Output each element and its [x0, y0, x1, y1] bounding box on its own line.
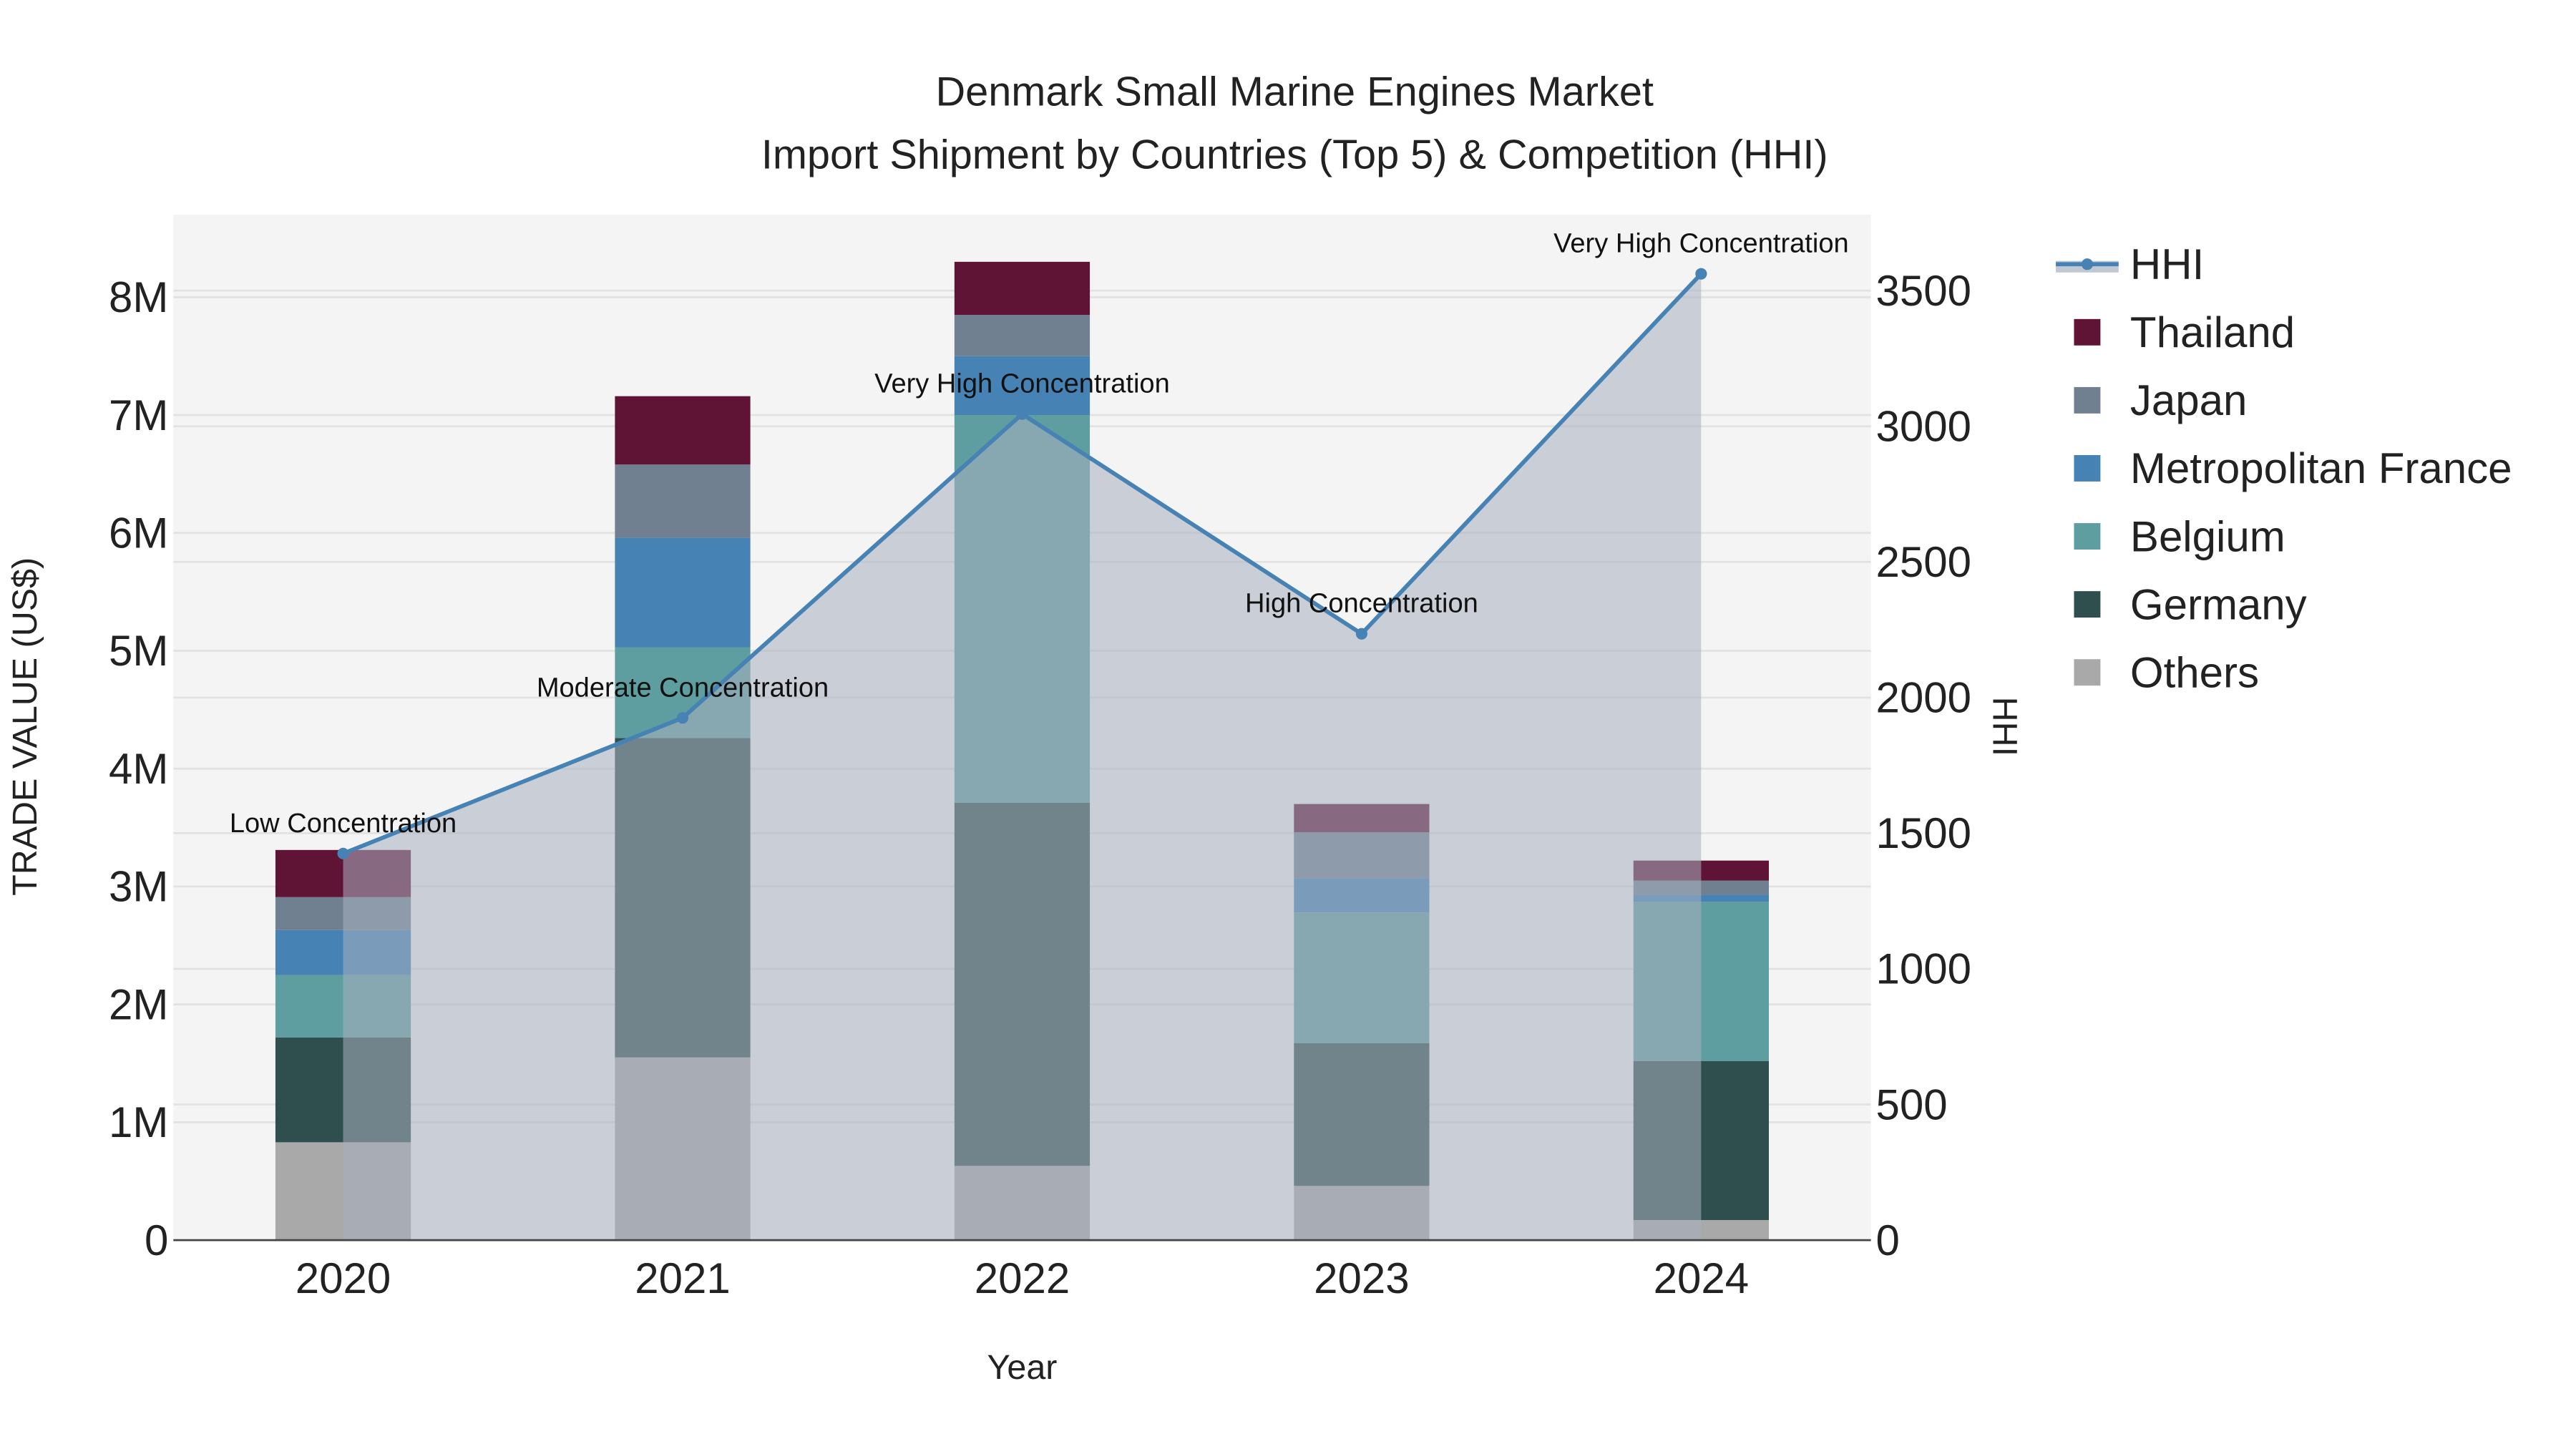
legend-label: Belgium: [2130, 512, 2285, 560]
hhi-point: [1695, 268, 1707, 280]
chart-subtitle: Import Shipment by Countries (Top 5) & C…: [761, 132, 1828, 177]
y2-tick-label: 3500: [1876, 267, 1971, 315]
y2-tick-label: 2000: [1876, 674, 1971, 722]
y2-tick-label: 2500: [1876, 538, 1971, 586]
y2-tick-label: 3000: [1876, 402, 1971, 450]
hhi-annotation: Low Concentration: [230, 809, 457, 839]
x-tick-label: 2024: [1654, 1254, 1749, 1302]
legend-swatch-metropolitan-france: [2074, 455, 2101, 482]
legend-swatch-japan: [2074, 386, 2101, 414]
y2-tick-label: 1500: [1876, 809, 1971, 857]
legend-swatch-thailand: [2074, 318, 2101, 346]
y-tick-label: 4M: [109, 745, 168, 793]
legend-label: Germany: [2130, 580, 2307, 628]
chart: Low Concentration Moderate Concentration V…: [6, 69, 2512, 1387]
hhi-annotation: High Concentration: [1245, 589, 1478, 619]
x-axis-title: Year: [987, 1348, 1058, 1387]
x-tick-label: 2020: [296, 1254, 391, 1302]
y-tick-label: 3M: [109, 863, 168, 911]
hhi-annotation: Very High Concentration: [1553, 229, 1849, 259]
x-tick-label: 2021: [635, 1254, 730, 1302]
legend-swatch-germany: [2074, 591, 2101, 618]
legend-label: HHI: [2130, 240, 2204, 288]
bar-metropolitan-france: [615, 537, 751, 648]
chart-title: Denmark Small Marine Engines Market: [935, 69, 1653, 115]
hhi-annotation: Very High Concentration: [874, 369, 1170, 399]
legend-hhi-marker: [2081, 258, 2093, 270]
hhi-point: [1355, 628, 1367, 640]
y2-axis-title: HHI: [1985, 697, 2024, 756]
legend-swatch-belgium: [2074, 523, 2101, 550]
hhi-point: [676, 712, 689, 724]
y2-tick-label: 0: [1876, 1216, 1900, 1264]
legend-label: Others: [2130, 648, 2259, 696]
y-tick-label: 8M: [109, 273, 168, 321]
x-tick-label: 2023: [1314, 1254, 1409, 1302]
y2-tick-label: 500: [1876, 1080, 1948, 1128]
y-axis-title: TRADE VALUE (US$): [6, 557, 44, 896]
legend: HHI Thailand Japan Metropolitan France Belgi…: [2056, 240, 2512, 696]
y-tick-label: 0: [145, 1216, 168, 1264]
bar-thailand: [954, 261, 1091, 316]
y-tick-label: 1M: [109, 1098, 168, 1146]
y2-tick-label: 1000: [1876, 945, 1971, 993]
hhi-point: [1016, 408, 1028, 420]
x-tick-label: 2022: [975, 1254, 1070, 1302]
y-tick-label: 7M: [109, 391, 168, 439]
y-tick-label: 6M: [109, 509, 168, 557]
hhi-annotation: Moderate Concentration: [537, 673, 829, 703]
y-tick-label: 2M: [109, 980, 168, 1028]
legend-swatch-others: [2074, 659, 2101, 686]
legend-label: Thailand: [2130, 308, 2295, 356]
bar-japan: [954, 315, 1091, 356]
y-tick-label: 5M: [109, 627, 168, 675]
bar-thailand: [615, 396, 751, 465]
hhi-point: [337, 847, 349, 859]
bar-japan: [615, 464, 751, 538]
legend-label: Metropolitan France: [2130, 444, 2512, 492]
legend-label: Japan: [2130, 376, 2247, 424]
